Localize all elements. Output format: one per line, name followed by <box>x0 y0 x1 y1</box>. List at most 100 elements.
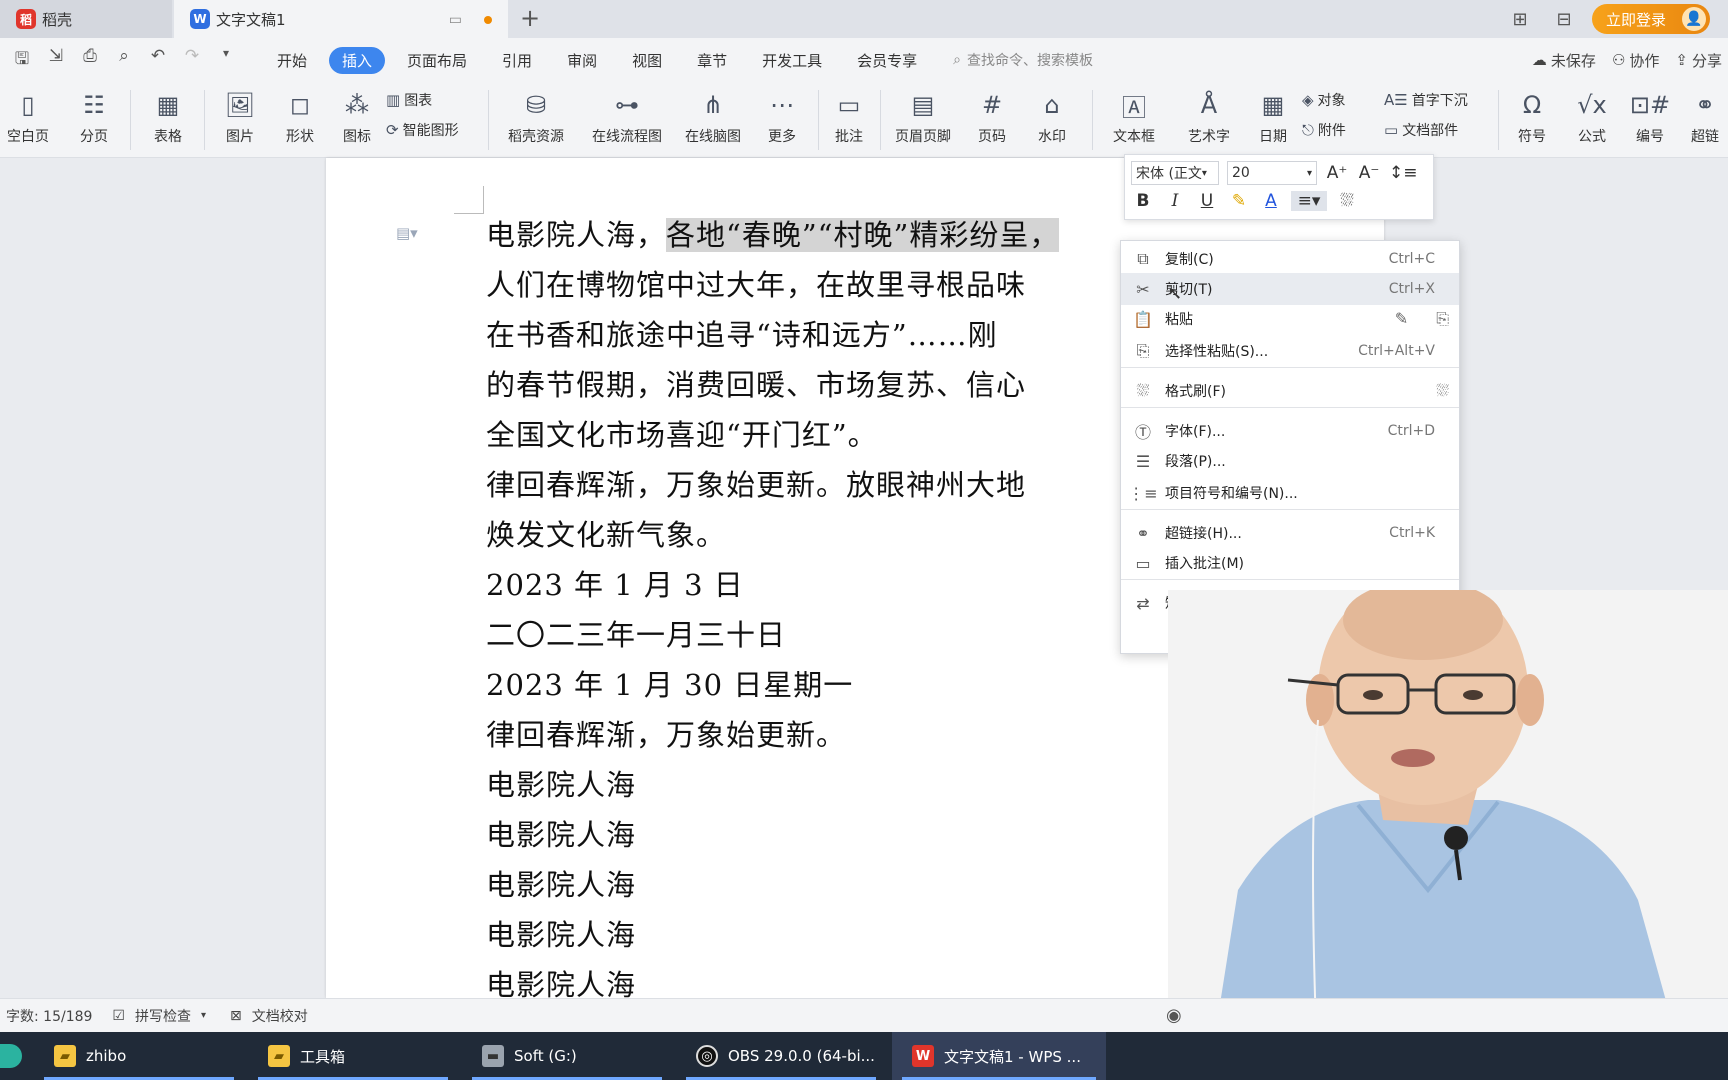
taskbar-item-soft-drive[interactable]: ▬ Soft (G:) <box>462 1032 672 1080</box>
document-line[interactable]: 电影院人海 <box>486 762 636 804</box>
textbox-button[interactable]: 🄰 文本框 <box>1100 86 1168 146</box>
tab-document[interactable]: W 文字文稿1 ▭ <box>174 0 508 38</box>
table-button[interactable]: ▦ 表格 <box>140 86 196 146</box>
document-line[interactable]: 二〇二三年一月三十日 <box>486 612 786 654</box>
print-preview-icon[interactable]: ⌕ <box>112 46 136 75</box>
command-search[interactable]: ⌕ 查找命令、搜索模板 <box>953 50 1093 70</box>
wordart-button[interactable]: Å 艺术字 <box>1176 86 1242 146</box>
document-line[interactable]: 电影院人海 <box>486 912 636 954</box>
menu-item-format-painter[interactable]: ⛆ 格式刷(F) ⛆ <box>1121 375 1459 407</box>
doc-parts-button[interactable]: ▭ 文档部件 <box>1384 120 1458 140</box>
export-icon[interactable]: ⇲ <box>44 46 68 75</box>
document-line[interactable]: 2023 年 1 月 3 日 <box>486 562 744 604</box>
smart-art-button[interactable]: ⟳ 智能图形 <box>386 120 459 140</box>
collab-button[interactable]: ⚇ 协作 <box>1612 50 1659 71</box>
spell-check-button[interactable]: ☑ 拼写检查 ▾ <box>106 1006 206 1026</box>
online-mindmap-button[interactable]: ⋔ 在线脑图 <box>678 86 748 146</box>
more-button[interactable]: ⋯ 更多 <box>754 86 810 146</box>
document-line[interactable]: 电影院人海 <box>486 812 636 854</box>
format-painter-icon[interactable]: ⛆ <box>1436 381 1449 401</box>
menu-item-paragraph[interactable]: ☰ 段落(P)... <box>1121 445 1459 477</box>
drop-cap-button[interactable]: A☰ 首字下沉 <box>1384 90 1468 110</box>
document-line[interactable]: 焕发文化新气象。 <box>486 512 726 554</box>
italic-button[interactable]: I <box>1163 191 1187 211</box>
picture-button[interactable]: 🖼 图片 <box>212 86 268 146</box>
grow-font-icon[interactable]: A⁺ <box>1325 163 1349 183</box>
tab-developer[interactable]: 开发工具 <box>749 47 835 74</box>
edge-icon[interactable] <box>0 1044 22 1068</box>
customize-chevron-icon[interactable]: ▾ <box>214 46 238 75</box>
tab-review[interactable]: 审阅 <box>554 47 610 74</box>
chart-button[interactable]: ▥ 图表 <box>386 90 432 110</box>
numbering-button[interactable]: ⊡# 编号 <box>1624 86 1676 146</box>
document-line[interactable]: 全国文化市场喜迎“开门红”。 <box>486 412 878 454</box>
symbol-button[interactable]: Ω 符号 <box>1504 86 1560 146</box>
taskbar-item-zhibo[interactable]: ▰ zhibo <box>34 1032 244 1080</box>
font-size-select[interactable]: 20 ▾ <box>1227 161 1317 185</box>
taskbar-item-wps[interactable]: W 文字文稿1 - WPS ... <box>892 1032 1106 1080</box>
tab-docer[interactable]: 稻 稻壳 <box>0 0 172 38</box>
word-count[interactable]: 字数: 15/189 <box>6 1006 92 1026</box>
tab-view[interactable]: 视图 <box>619 47 675 74</box>
menu-item-paste[interactable]: 📋 粘贴 ✎ ⎘ <box>1121 303 1459 335</box>
page-break-button[interactable]: ☷ 分页 <box>66 86 122 146</box>
paragraph-options-icon[interactable]: ▤▾ <box>396 224 418 242</box>
menu-item-copy[interactable]: ⧉ 复制(C) Ctrl+C <box>1121 243 1459 275</box>
eye-protect-icon[interactable]: ◉ <box>1166 1005 1182 1026</box>
bold-button[interactable]: B <box>1131 191 1155 211</box>
online-flowchart-button[interactable]: ⊶ 在线流程图 <box>584 86 670 146</box>
align-icon[interactable]: ≡▾ <box>1291 191 1327 211</box>
undo-icon[interactable]: ↶ <box>146 46 170 75</box>
page-number-button[interactable]: # 页码 <box>964 86 1020 146</box>
document-line[interactable]: 律回春辉渐，万象始更新。 <box>486 712 846 754</box>
font-family-select[interactable]: 宋体 (正文 ▾ <box>1131 161 1219 185</box>
underline-button[interactable]: U <box>1195 191 1219 211</box>
tab-member[interactable]: 会员专享 <box>844 47 930 74</box>
redo-icon[interactable]: ↷ <box>180 46 204 75</box>
tab-references[interactable]: 引用 <box>489 47 545 74</box>
shape-button[interactable]: ◻ 形状 <box>272 86 328 146</box>
line-spacing-icon[interactable]: ↕≡ <box>1389 163 1418 183</box>
document-line[interactable]: 人们在博物馆中过大年，在故里寻根品味 <box>486 262 1026 304</box>
unsaved-button[interactable]: ☁ 未保存 <box>1532 50 1596 71</box>
shrink-font-icon[interactable]: A⁻ <box>1357 163 1381 183</box>
menu-item-insert-comment[interactable]: ▭ 插入批注(M) <box>1121 547 1459 579</box>
date-button[interactable]: ▦ 日期 <box>1250 86 1296 146</box>
taskbar-item-toolbox[interactable]: ▰ 工具箱 <box>248 1032 458 1080</box>
watermark-button[interactable]: ⌂ 水印 <box>1024 86 1080 146</box>
format-painter-icon[interactable]: ⛆ <box>1335 191 1359 211</box>
save-icon[interactable]: 🖫 <box>10 46 34 75</box>
document-line[interactable]: 的春节假期，消费回暖、市场复苏、信心 <box>486 362 1026 404</box>
highlight-icon[interactable]: ✎ <box>1227 191 1251 211</box>
paste-text-only-icon[interactable]: ⎘ <box>1436 309 1449 329</box>
document-line[interactable]: 电影院人海 <box>486 862 636 904</box>
formula-button[interactable]: √x 公式 <box>1564 86 1620 146</box>
paste-keep-format-icon[interactable]: ✎ <box>1395 309 1408 329</box>
menu-item-paste-special[interactable]: ⎘ 选择性粘贴(S)... Ctrl+Alt+V <box>1121 335 1459 367</box>
layout-icon[interactable]: ⊞ <box>1504 5 1536 33</box>
menu-item-hyperlink[interactable]: ⚭ 超链接(H)... Ctrl+K <box>1121 517 1459 549</box>
unsaved-dot-icon[interactable] <box>484 16 492 24</box>
tab-home[interactable]: 开始 <box>264 47 320 74</box>
blank-page-button[interactable]: ▯ 空白页 <box>0 86 56 146</box>
docer-resource-button[interactable]: ⛁ 稻壳资源 <box>496 86 576 146</box>
font-color-button[interactable]: A <box>1259 191 1283 211</box>
taskbar-item-obs[interactable]: ◎ OBS 29.0.0 (64-bi... <box>676 1032 886 1080</box>
menu-item-bullets-numbering[interactable]: ⋮≡ 项目符号和编号(N)... <box>1121 477 1459 509</box>
attachment-button[interactable]: ⎋ 附件 <box>1302 120 1346 140</box>
tab-insert[interactable]: 插入 <box>329 46 386 74</box>
object-button[interactable]: ◈ 对象 <box>1302 90 1346 110</box>
share-button[interactable]: ⇪ 分享 <box>1675 50 1722 71</box>
tab-section[interactable]: 章节 <box>684 47 740 74</box>
icon-button[interactable]: ⁂ 图标 <box>334 86 380 146</box>
menu-item-font[interactable]: Ⓣ 字体(F)... Ctrl+D <box>1121 415 1459 447</box>
screen-icon[interactable]: ▭ <box>449 12 462 28</box>
hyperlink-ribbon-button[interactable]: ⚭ 超链 <box>1682 86 1728 146</box>
header-footer-button[interactable]: ▤ 页眉页脚 <box>888 86 958 146</box>
document-line[interactable]: 在书香和旅途中追寻“诗和远方”……刚 <box>486 312 998 354</box>
document-line[interactable]: 2023 年 1 月 30 日星期一 <box>486 662 853 704</box>
print-icon[interactable]: ⎙ <box>78 46 102 75</box>
login-button[interactable]: 立即登录 👤 <box>1591 4 1710 34</box>
new-tab-button[interactable]: + <box>520 4 540 32</box>
comment-button[interactable]: ▭ 批注 <box>826 86 872 146</box>
